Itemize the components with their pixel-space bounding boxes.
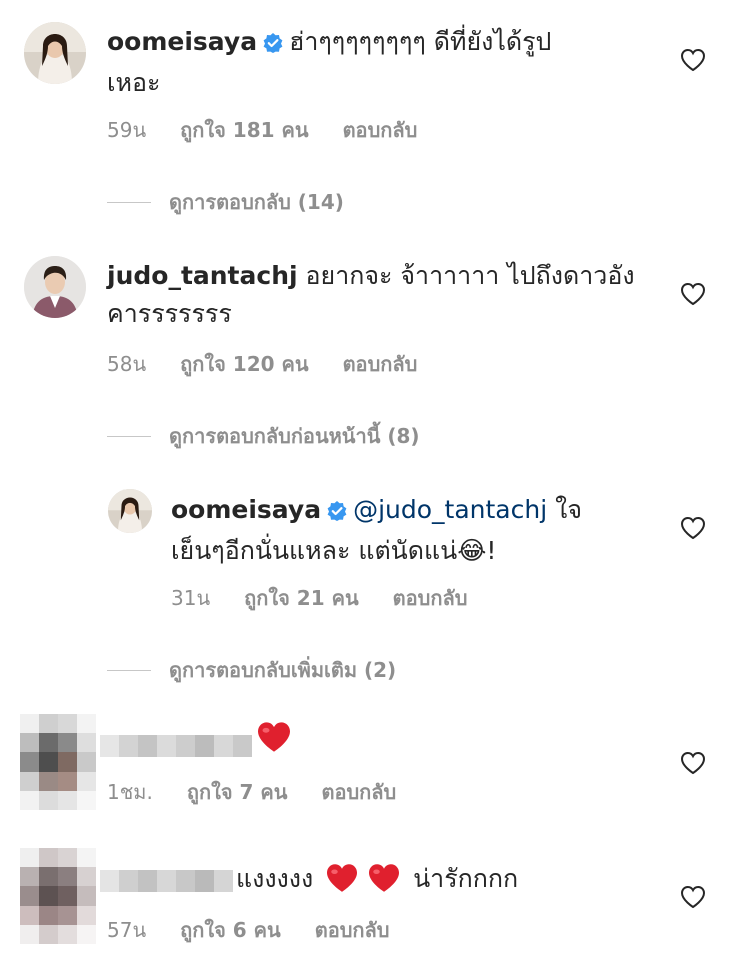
likes-count[interactable]: ถูกใจ 7 คน (187, 780, 288, 804)
comment-text: ใจ (555, 495, 582, 524)
comment-text: เย็นๆอีกนั่นแหละ แต่นัดแน่😂! (171, 536, 497, 565)
heart-outline-icon[interactable] (680, 282, 706, 306)
comment-time[interactable]: 57น (107, 918, 146, 942)
comment-text: ฮ่าๆๆๆๆๆๆๆๆ ดีที่ยังได้รูป (289, 27, 552, 56)
divider (107, 435, 151, 437)
comment-text: เหอะ (107, 68, 161, 97)
comment-time[interactable]: 58น (107, 352, 146, 376)
avatar[interactable] (24, 22, 86, 84)
red-heart-emoji (369, 864, 400, 892)
comment-text: อยากจะ จ้าาาาาา ไปถึงดาวอัง (305, 261, 635, 290)
comment-time[interactable]: 59น (107, 118, 146, 142)
comment-text: แงงงงง (236, 864, 314, 893)
comment-body: oomeisaya @judo_tantachj ใจ เย็นๆอีกนั่นแ… (171, 491, 671, 570)
avatar[interactable] (20, 714, 96, 810)
comment: 1ชม. ถูกใจ 7 คน ตอบกลับ (0, 694, 750, 824)
avatar[interactable] (108, 489, 152, 533)
comment-meta: 57น ถูกใจ 6 คน ตอบกลับ (107, 914, 424, 946)
reply-button[interactable]: ตอบกลับ (315, 918, 390, 942)
comment-time[interactable]: 1ชม. (107, 780, 153, 804)
heart-outline-icon[interactable] (680, 48, 706, 72)
likes-count[interactable]: ถูกใจ 21 คน (244, 586, 359, 610)
heart-outline-icon[interactable] (680, 751, 706, 775)
avatar[interactable] (24, 256, 86, 318)
view-replies-label[interactable]: ดูการตอบกลับเพิ่มเติม (2) (169, 654, 396, 686)
red-heart-emoji (327, 864, 358, 892)
divider (107, 201, 151, 203)
comment-meta: 31น ถูกใจ 21 คน ตอบกลับ (171, 582, 501, 614)
mention-link[interactable]: @judo_tantachj (353, 495, 547, 524)
red-heart-emoji (258, 722, 290, 752)
comment: judo_tantachj อยากจะ จ้าาาาาา ไปถึงดาวอั… (0, 230, 750, 460)
comment-text: คารรรรรรร (107, 299, 232, 328)
view-replies-button[interactable]: ดูการตอบกลับเพิ่มเติม (2) (107, 654, 396, 686)
comment-text: น่ารักกกก (413, 864, 519, 893)
comment-body: oomeisaya ฮ่าๆๆๆๆๆๆๆๆ ดีที่ยังได้รูป เหอะ (107, 23, 667, 102)
username[interactable]: oomeisaya (171, 495, 321, 524)
comment-time[interactable]: 31น (171, 586, 210, 610)
avatar[interactable] (20, 848, 96, 944)
heart-outline-icon[interactable] (680, 516, 706, 540)
divider (107, 669, 151, 671)
reply-button[interactable]: ตอบกลับ (393, 586, 468, 610)
likes-count[interactable]: ถูกใจ 181 คน (180, 118, 308, 142)
view-replies-label[interactable]: ดูการตอบกลับก่อนหน้านี้ (8) (169, 420, 420, 452)
likes-count[interactable]: ถูกใจ 6 คน (180, 918, 281, 942)
view-replies-label[interactable]: ดูการตอบกลับ (14) (169, 186, 344, 218)
reply-button[interactable]: ตอบกลับ (343, 352, 418, 376)
verified-badge-icon (263, 26, 283, 64)
comment-meta: 1ชม. ถูกใจ 7 คน ตอบกลับ (107, 776, 430, 808)
reply-button[interactable]: ตอบกลับ (321, 780, 396, 804)
reply-button[interactable]: ตอบกลับ (343, 118, 418, 142)
username-blurred[interactable] (100, 870, 233, 892)
comment-meta: 58น ถูกใจ 120 คน ตอบกลับ (107, 348, 451, 380)
comment-meta: 59น ถูกใจ 181 คน ตอบกลับ (107, 114, 451, 146)
view-replies-button[interactable]: ดูการตอบกลับก่อนหน้านี้ (8) (107, 420, 420, 452)
comment: oomeisaya ฮ่าๆๆๆๆๆๆๆๆ ดีที่ยังได้รูป เหอะ… (0, 0, 750, 230)
likes-count[interactable]: ถูกใจ 120 คน (180, 352, 308, 376)
username[interactable]: judo_tantachj (107, 261, 298, 290)
view-replies-button[interactable]: ดูการตอบกลับ (14) (107, 186, 344, 218)
comment-body: judo_tantachj อยากจะ จ้าาาาาา ไปถึงดาวอั… (107, 257, 667, 333)
username-blurred[interactable] (100, 735, 252, 757)
verified-badge-icon (327, 494, 347, 532)
comment-body: แงงงงง น่ารักกกก (236, 860, 518, 898)
comment: แงงงงง น่ารักกกก 57น ถูกใจ 6 คน ตอบกลับ (0, 830, 750, 954)
comment-body (252, 720, 296, 758)
username[interactable]: oomeisaya (107, 27, 257, 56)
comment-reply: oomeisaya @judo_tantachj ใจ เย็นๆอีกนั่นแ… (0, 460, 750, 694)
heart-outline-icon[interactable] (680, 885, 706, 909)
